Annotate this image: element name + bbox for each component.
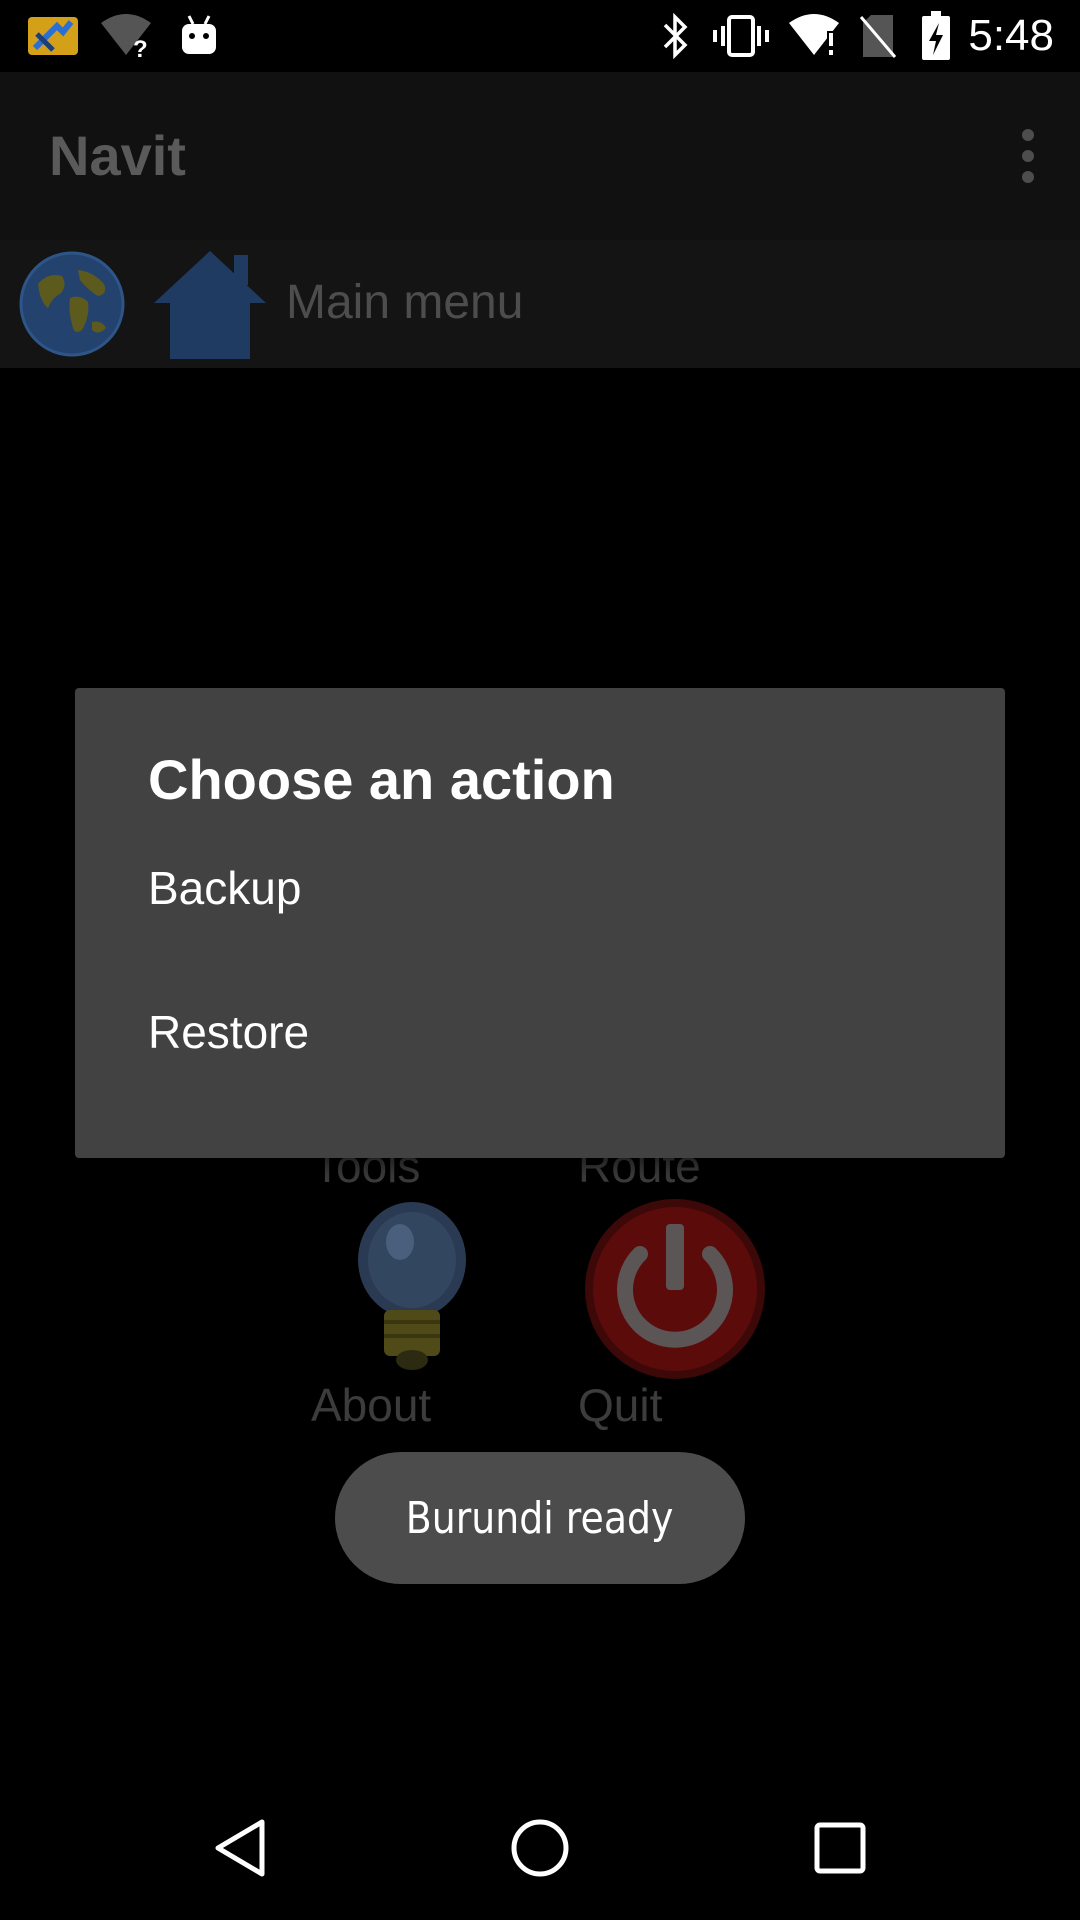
dialog-title: Choose an action xyxy=(148,748,615,811)
restore-option[interactable]: Restore xyxy=(75,960,1005,1104)
recents-icon[interactable] xyxy=(790,1798,890,1898)
home-circle-icon[interactable] xyxy=(490,1798,590,1898)
globe-icon[interactable] xyxy=(18,250,126,358)
wifi-unknown-icon: ? xyxy=(98,10,154,62)
status-bar: ? 5:48 xyxy=(0,0,1080,72)
app-bar: Navit xyxy=(0,72,1080,240)
battery-charging-icon xyxy=(918,10,954,62)
toast: Burundi ready xyxy=(335,1452,745,1584)
main-menu-bar: Main menu xyxy=(0,240,1080,368)
svg-text:?: ? xyxy=(133,36,148,59)
navigation-bar xyxy=(0,1776,1080,1920)
wifi-alert-icon xyxy=(786,10,842,62)
app-title: Navit xyxy=(49,124,186,187)
status-time: 5:48 xyxy=(968,11,1054,60)
main-menu-label: Main menu xyxy=(286,276,524,329)
navit-app-icon xyxy=(26,10,80,62)
vibrate-icon xyxy=(712,10,770,62)
back-icon[interactable] xyxy=(190,1798,290,1898)
no-sim-icon xyxy=(858,10,898,62)
backup-option[interactable]: Backup xyxy=(75,816,1005,960)
choose-action-dialog: Choose an action Backup Restore xyxy=(75,688,1005,1158)
quit-label: Quit xyxy=(578,1379,663,1431)
lightbulb-icon[interactable] xyxy=(352,1198,472,1373)
more-vert-icon[interactable] xyxy=(996,120,1060,192)
bluetooth-icon xyxy=(658,10,694,62)
android-debug-icon xyxy=(176,10,222,62)
power-icon[interactable] xyxy=(582,1196,768,1382)
home-icon[interactable] xyxy=(150,245,270,363)
about-label: About xyxy=(311,1379,432,1431)
toast-text: Burundi ready xyxy=(406,1492,674,1544)
